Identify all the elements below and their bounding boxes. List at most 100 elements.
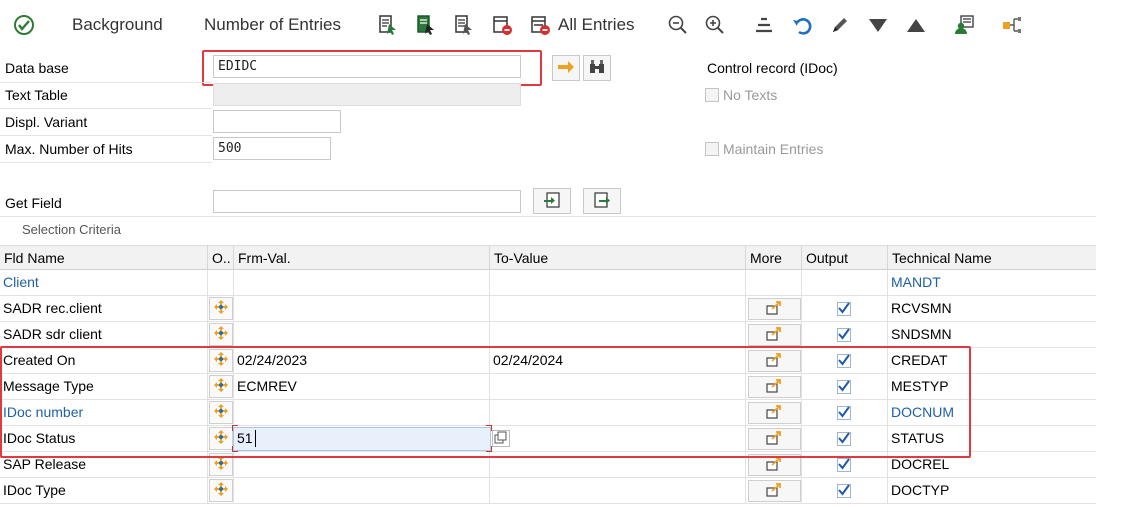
to-value-cell[interactable]: 02/24/2024 [490,348,746,373]
multiple-selection-button[interactable] [748,428,801,450]
where-used-button[interactable] [583,55,611,81]
text-table-label: Text Table [5,87,68,103]
delete-selection-icon [490,13,514,37]
triangle-down-icon [866,13,890,37]
all-entries-button[interactable]: All Entries [528,10,635,40]
value-help-button[interactable] [492,430,510,447]
output-checkbox[interactable] [837,432,851,446]
output-checkbox[interactable] [837,484,851,498]
max-hits-input[interactable]: 500 [213,137,331,160]
sort-descending-button[interactable] [866,10,890,40]
background-button[interactable]: Background [72,10,163,40]
header-from-value[interactable]: Frm-Val. [234,246,490,270]
from-value-cell[interactable]: ECMREV [234,374,490,399]
output-checkbox[interactable] [837,328,851,342]
delete-selection-button[interactable] [490,10,514,40]
displ-variant-input[interactable] [213,110,341,133]
selection-option-button[interactable] [209,323,233,346]
output-checkbox[interactable] [837,354,851,368]
selection-option-button[interactable] [209,453,233,476]
output-checkbox[interactable] [837,406,851,420]
from-value-cell[interactable] [234,322,490,347]
header-technical-name[interactable]: Technical Name [888,246,1096,270]
output-checkbox[interactable] [837,302,851,316]
selection-option-button[interactable] [209,349,233,372]
header-option[interactable]: O.. [208,246,234,270]
select-green-icon [414,13,438,37]
edit-button[interactable] [828,10,852,40]
multiple-selection-button[interactable] [748,454,801,476]
from-value-cell[interactable] [234,478,490,503]
checkmark-icon [838,327,850,343]
checkmark-icon [838,405,850,421]
zoom-out-button[interactable] [666,10,690,40]
multiple-selection-button[interactable] [748,350,801,372]
hierarchy-button[interactable] [1000,10,1024,40]
zoom-in-button[interactable] [703,10,727,40]
multiple-selection-button[interactable] [748,402,801,424]
output-checkbox[interactable] [837,380,851,394]
technical-name: MANDT [891,274,941,290]
select-green-button[interactable] [414,10,438,40]
selection-option-button[interactable] [209,297,233,320]
to-value-cell[interactable] [490,426,746,451]
user-settings-button[interactable] [952,10,976,40]
to-value-cell[interactable] [490,322,746,347]
multiple-selection-icon [765,482,784,500]
from-value-cell[interactable] [234,400,490,425]
text-cursor [255,430,256,447]
undo-icon [790,13,814,37]
selection-option-button[interactable] [209,375,233,398]
number-of-entries-button[interactable]: Number of Entries [204,10,341,40]
no-texts-option[interactable]: No Texts [705,87,777,103]
select-all-button[interactable] [376,10,400,40]
header-fld-name[interactable]: Fld Name [0,246,208,270]
get-field-input[interactable] [213,190,521,213]
get-field-label: Get Field [5,195,62,211]
align-button[interactable] [752,10,776,40]
value-help-icon [493,431,509,449]
transfer-field-button[interactable] [583,188,621,214]
header-more[interactable]: More [746,246,802,270]
to-value-cell[interactable] [490,452,746,477]
multiple-selection-button[interactable] [748,480,801,502]
triangle-up-icon [904,13,928,37]
selection-options-icon [213,429,229,448]
maintain-entries-option[interactable]: Maintain Entries [705,141,823,157]
from-value-cell[interactable]: 02/24/2023 [234,348,490,373]
sort-ascending-button[interactable] [904,10,928,40]
output-checkbox[interactable] [837,458,851,472]
continue-button[interactable] [552,55,580,81]
get-field-button[interactable] [533,188,571,214]
from-value-cell[interactable] [234,296,490,321]
to-value-cell[interactable] [490,296,746,321]
to-value-cell[interactable] [490,270,746,295]
selection-options-icon [213,481,229,500]
from-value-cell[interactable] [234,270,490,295]
maintain-entries-checkbox[interactable] [705,142,719,156]
to-value-cell[interactable] [490,374,746,399]
no-texts-checkbox[interactable] [705,88,719,102]
multiple-selection-button[interactable] [748,376,801,398]
status-from-value[interactable]: 51 [234,426,490,451]
data-base-input[interactable]: EDIDC [213,55,521,78]
selection-option-button[interactable] [209,479,233,502]
undo-button[interactable] [790,10,814,40]
to-value-cell[interactable] [490,478,746,503]
multiple-selection-icon [765,326,784,344]
selection-option-button[interactable] [209,427,233,450]
selection-option-button[interactable] [209,401,233,424]
checkmark-icon [838,457,850,473]
to-value-cell[interactable] [490,400,746,425]
zoom-out-icon [666,13,690,37]
header-to-value[interactable]: To-Value [490,246,746,270]
application-toolbar: Background Number of Entries All Entries [0,0,1128,50]
from-value-cell[interactable] [234,452,490,477]
hierarchy-icon [1000,13,1024,37]
execute-button[interactable] [12,10,36,40]
multiple-selection-button[interactable] [748,298,801,320]
multiple-selection-button[interactable] [748,324,801,346]
select-block-button[interactable] [452,10,476,40]
header-output[interactable]: Output [802,246,888,270]
output-cell [802,270,888,295]
